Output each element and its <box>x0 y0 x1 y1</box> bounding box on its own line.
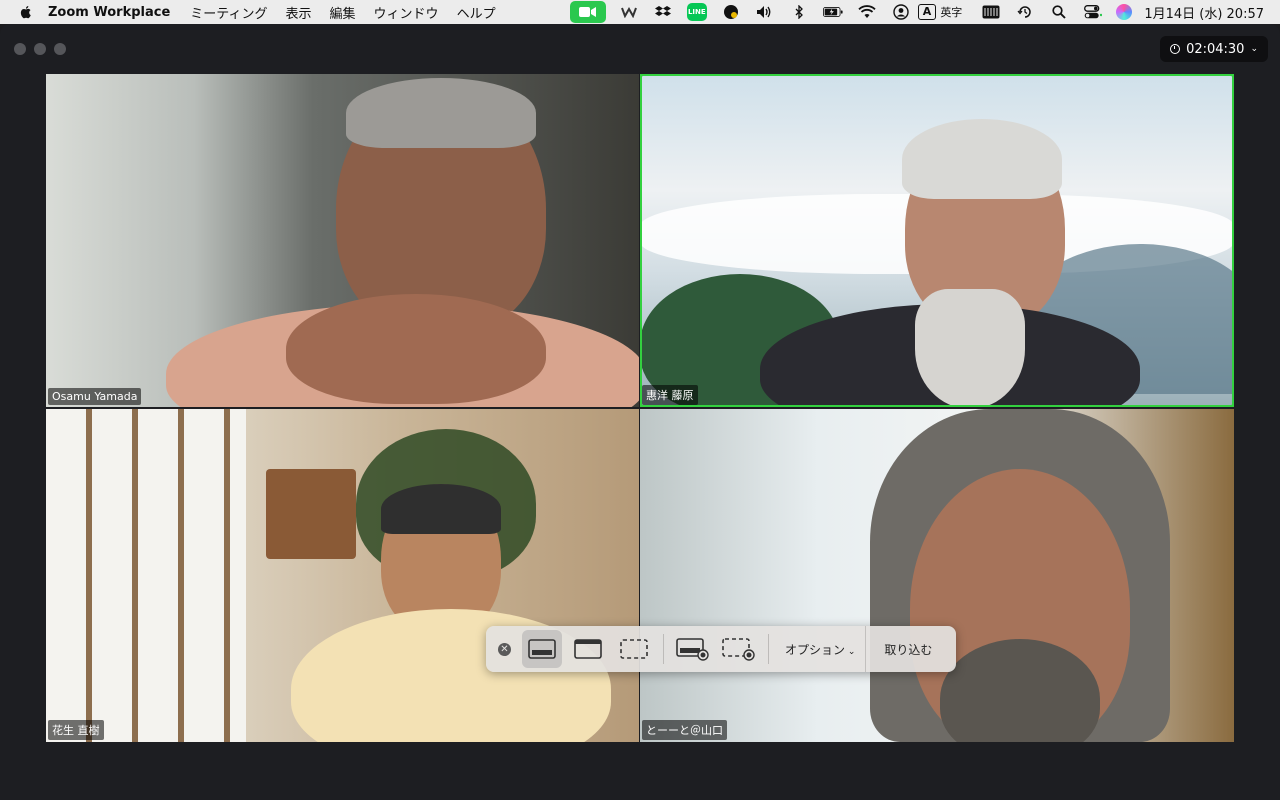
keyboard-input-icon[interactable]: A <box>917 4 937 20</box>
status-area: LINE A 英字 1月14日 (水) 20:57 <box>569 0 1280 24</box>
menu-window[interactable]: ウィンドウ <box>374 3 439 22</box>
video-tile-toto-yamaguchi[interactable]: とーーと＠山口 <box>640 409 1234 742</box>
entire-screen-icon <box>528 639 556 659</box>
participant-hands <box>286 294 546 404</box>
capture-entire-screen-button[interactable] <box>522 630 562 668</box>
screenshot-toolbar: ✕ オプション ⌄ 取り込む <box>486 626 956 672</box>
capture-button[interactable]: 取り込む <box>865 626 950 672</box>
line-icon[interactable]: LINE <box>686 3 707 21</box>
participant-name-label: Osamu Yamada <box>48 388 142 405</box>
window-zoom-button[interactable] <box>54 43 66 55</box>
user-icon[interactable] <box>891 4 911 20</box>
webex-icon[interactable] <box>619 4 639 20</box>
menubar-clock[interactable]: 1月14日 (水) 20:57 <box>1144 3 1264 22</box>
participant-beard <box>915 289 1025 407</box>
calendar-icon[interactable] <box>981 4 1001 20</box>
participant-name-label: 惠洋 藤原 <box>642 385 698 405</box>
background-shoji-screen <box>46 409 246 742</box>
close-icon[interactable]: ✕ <box>498 642 511 656</box>
meeting-timer[interactable]: 02:04:30 ⌄ <box>1160 36 1268 62</box>
background-wall-carving <box>266 469 356 559</box>
line-badge: LINE <box>686 3 707 21</box>
record-screen-icon <box>676 638 709 661</box>
menu-meeting[interactable]: ミーティング <box>190 3 267 22</box>
zoom-meeting-window: 02:04:30 ⌄ Osamu Yamada 惠洋 藤原 花生 直樹 とーーと <box>0 24 1280 800</box>
battery-icon[interactable] <box>822 4 843 20</box>
record-selection-button[interactable] <box>719 630 759 668</box>
chevron-down-icon: ⌄ <box>845 646 856 657</box>
time-machine-icon[interactable] <box>1015 4 1035 20</box>
control-center-icon[interactable] <box>1083 4 1103 20</box>
participant-hair <box>381 484 501 534</box>
bluetooth-icon[interactable] <box>789 4 809 20</box>
window-close-button[interactable] <box>14 43 26 55</box>
toolbar-divider <box>663 634 664 664</box>
options-label: オプション <box>785 642 846 657</box>
dropbox-icon[interactable] <box>653 4 673 20</box>
record-selection-icon <box>722 638 755 661</box>
options-menu-button[interactable]: オプション ⌄ <box>775 641 865 658</box>
video-tile-active-speaker[interactable]: 惠洋 藤原 <box>640 74 1234 407</box>
meeting-timer-value: 02:04:30 <box>1186 41 1245 57</box>
menu-edit[interactable]: 編集 <box>330 3 356 22</box>
apple-icon[interactable] <box>18 4 34 20</box>
window-icon <box>574 639 602 659</box>
volume-icon[interactable] <box>755 4 775 20</box>
capture-selection-button[interactable] <box>614 630 654 668</box>
record-entire-screen-button[interactable] <box>673 630 713 668</box>
toolbar-divider <box>768 634 769 664</box>
menu-bar: Zoom Workplace ミーティング 表示 編集 ウィンドウ ヘルプ LI… <box>0 0 1280 24</box>
participant-hair <box>902 119 1062 199</box>
participant-name-label: とーーと＠山口 <box>642 720 727 740</box>
menu-help[interactable]: ヘルプ <box>457 3 496 22</box>
capture-window-button[interactable] <box>568 630 608 668</box>
chevron-down-icon: ⌄ <box>1250 44 1258 54</box>
video-tile-hanao-naoki[interactable]: 花生 直樹 <box>46 409 639 742</box>
video-tile-osamu-yamada[interactable]: Osamu Yamada <box>46 74 639 407</box>
menu-view[interactable]: 表示 <box>286 3 312 22</box>
siri-icon[interactable] <box>1116 4 1133 20</box>
participant-name-label: 花生 直樹 <box>48 720 104 740</box>
window-minimize-button[interactable] <box>34 43 46 55</box>
search-icon[interactable] <box>1049 4 1069 20</box>
participant-hair <box>346 78 536 148</box>
evernote-icon[interactable] <box>721 4 741 20</box>
app-menu[interactable]: Zoom Workplace <box>48 5 170 20</box>
selection-icon <box>620 639 648 659</box>
wifi-icon[interactable] <box>857 4 877 20</box>
clock-icon <box>1170 44 1181 54</box>
zoom-meeting-icon[interactable] <box>569 1 606 23</box>
input-source-label[interactable]: 英字 <box>940 4 962 20</box>
